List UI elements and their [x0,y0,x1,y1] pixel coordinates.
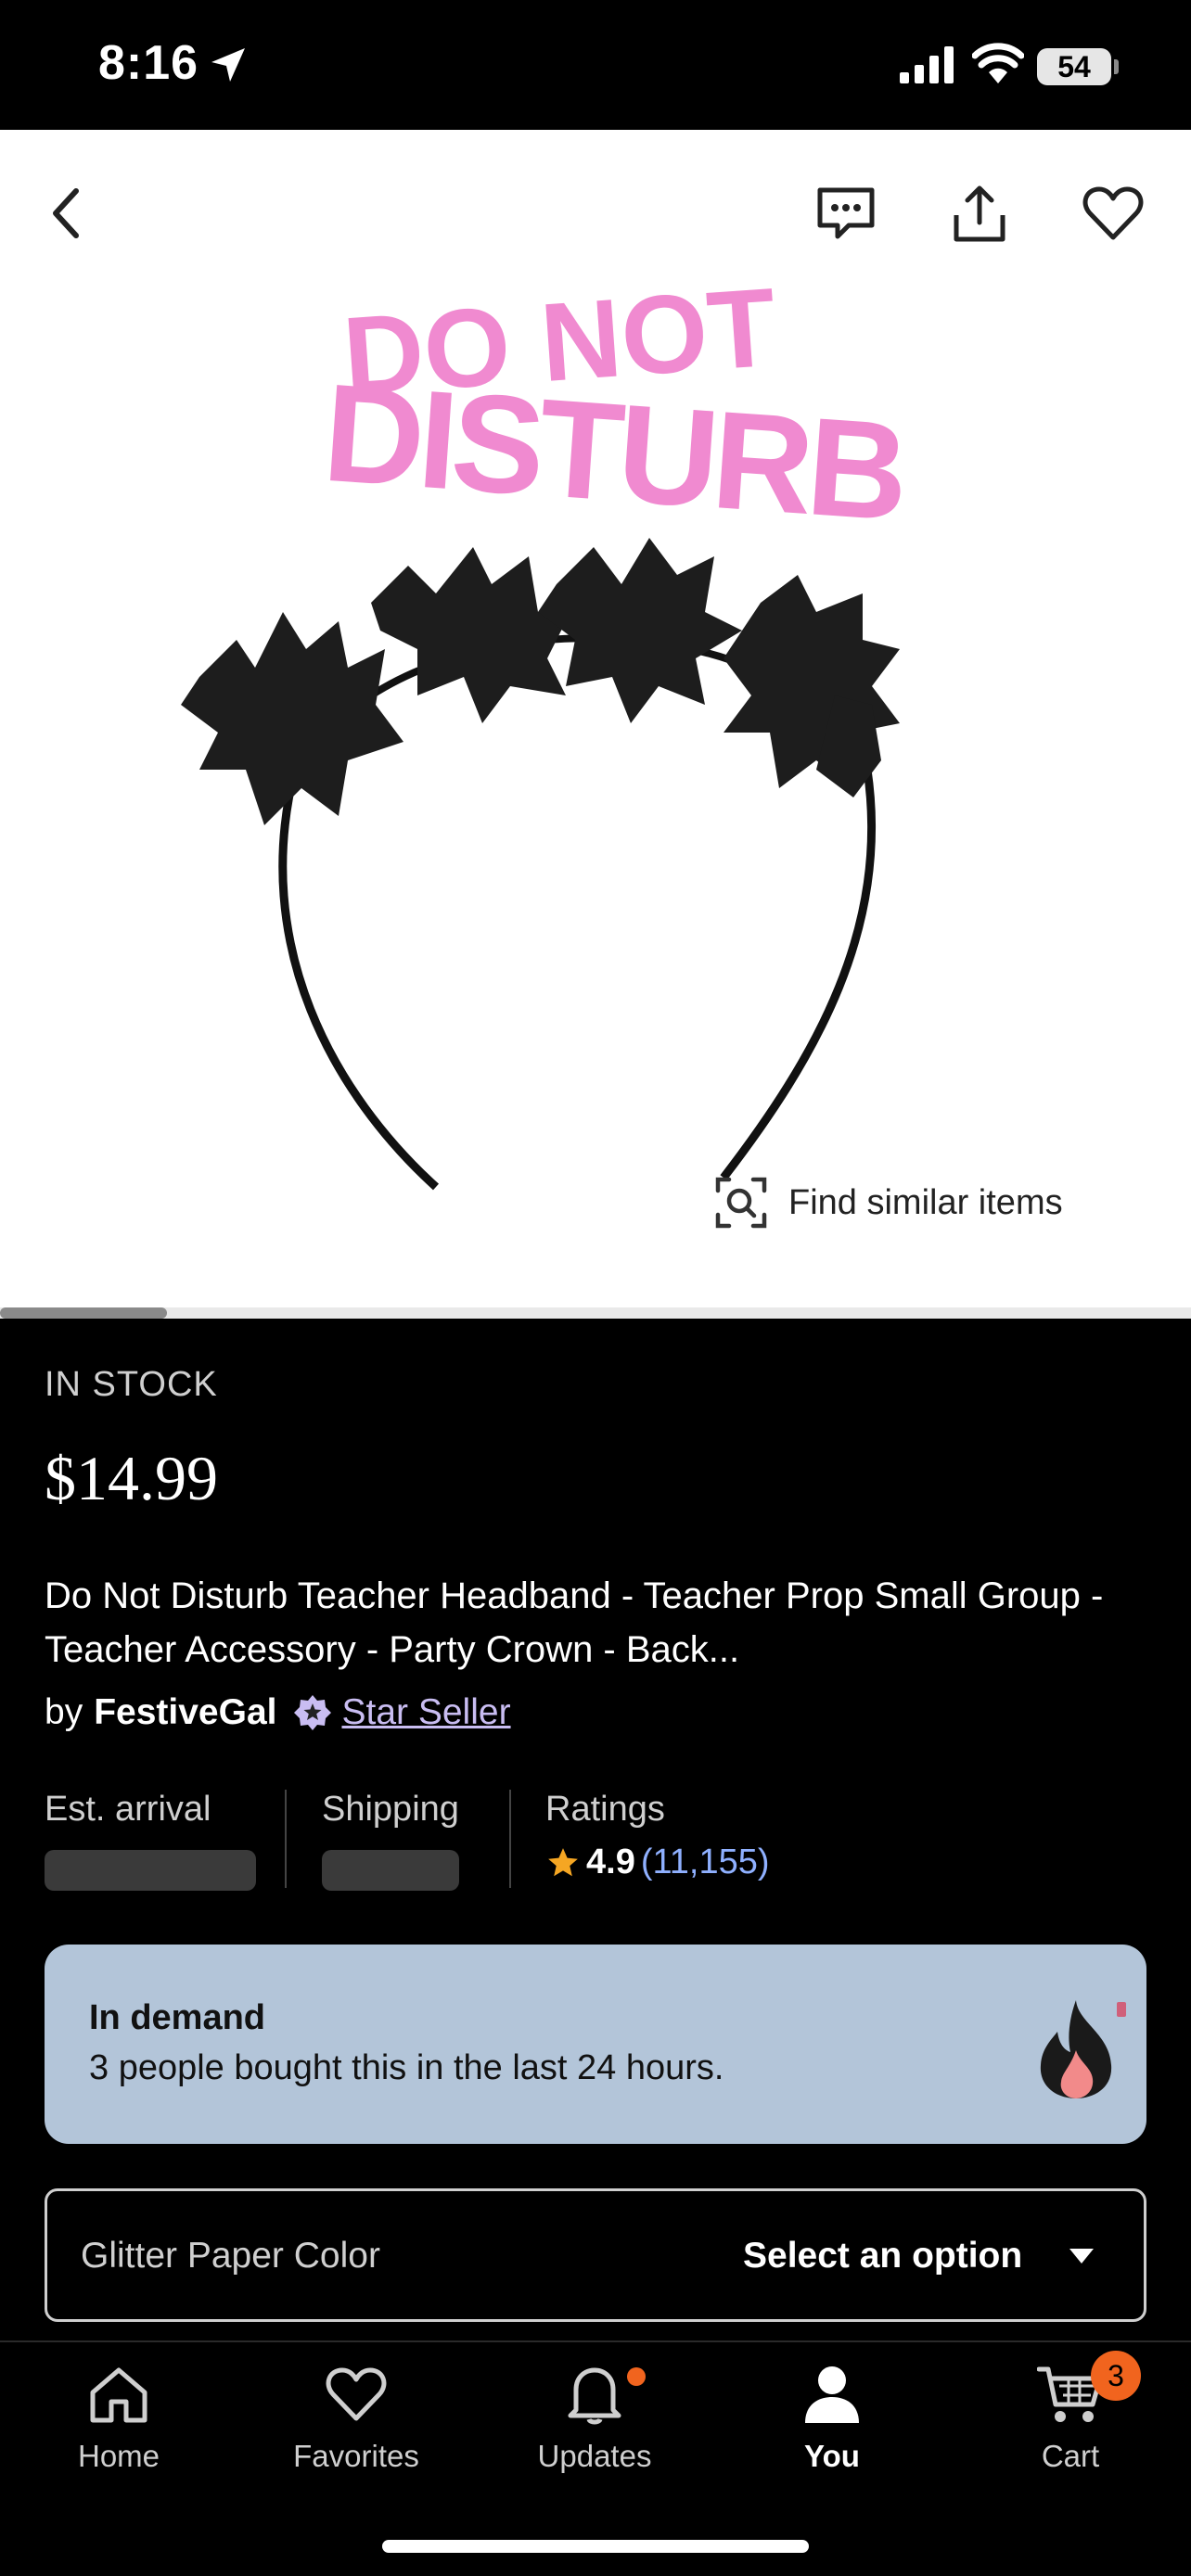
est-arrival-label: Est. arrival [45,1790,211,1829]
product-image-carousel[interactable]: DO NOT DISTURB Find similar items [0,130,1191,1307]
nav-cart-label: Cart [1041,2439,1100,2473]
est-arrival-loading [45,1850,256,1891]
price: $14.99 [45,1443,218,1513]
in-demand-banner: In demand 3 people bought this in the la… [45,1945,1146,2144]
find-similar-button[interactable]: Find similar items [714,1176,1063,1230]
location-arrow-icon [211,48,245,82]
ratings[interactable]: Ratings 4.9 (11,155) [545,1790,842,1892]
visual-search-icon [715,1177,767,1229]
seller-row: by FestiveGal Star Seller [45,1692,511,1733]
star-icon [548,1847,578,1876]
select-value: Select an option [743,2236,1023,2276]
ratings-label: Ratings [545,1790,665,1829]
favorites-icon [326,2367,387,2421]
battery-nub [1114,59,1119,74]
share-icon [954,185,1005,242]
in-demand-text: 3 people bought this in the last 24 hour… [89,2048,724,2087]
status-time: 8:16 [98,36,199,90]
stock-status: IN STOCK [45,1365,218,1404]
star-seller-link[interactable]: Star Seller [341,1692,510,1733]
glitter-paper-color-select[interactable]: Glitter Paper Color Select an option [45,2188,1146,2322]
heart-icon [1082,186,1144,240]
shipping-loading [322,1850,459,1891]
back-button[interactable] [28,176,102,250]
est-arrival: Est. arrival [45,1790,258,1892]
updates-notification-dot [627,2367,646,2386]
favorite-button[interactable] [1076,176,1150,250]
nav-you-label: You [804,2439,860,2473]
home-indicator[interactable] [382,2540,809,2553]
message-seller-button[interactable] [809,176,883,250]
rating-value: 4.9 [586,1843,635,1881]
divider [509,1790,511,1888]
battery-level: 54 [1057,50,1091,83]
nav-updates[interactable]: Updates [502,2357,687,2496]
cellular-signal-icon [900,46,954,83]
shop-name-link[interactable]: FestiveGal [94,1692,276,1733]
chat-icon [817,187,875,239]
rating-count-link[interactable]: (11,155) [641,1843,770,1882]
svg-text:DISTURB: DISTURB [319,354,908,550]
shipping: Shipping [322,1790,507,1892]
find-similar-label: Find similar items [788,1182,1063,1222]
carousel-thumb[interactable] [0,1307,167,1319]
wifi-icon [972,43,1024,83]
nav-home[interactable]: Home [26,2357,211,2496]
nav-favorites[interactable]: Favorites [263,2357,449,2496]
bell-icon [568,2367,621,2425]
cart-count-badge: 3 [1091,2351,1141,2401]
carousel-scrollbar[interactable] [0,1307,1191,1319]
in-demand-heading: In demand [89,1998,266,2037]
status-bar: 8:16 54 [0,0,1191,130]
nav-updates-label: Updates [537,2439,652,2473]
share-button[interactable] [942,176,1017,250]
battery-indicator: 54 [1037,48,1111,85]
nav-home-label: Home [77,2439,160,2473]
rating-summary[interactable]: 4.9 (11,155) [545,1843,842,1882]
home-icon [90,2367,147,2423]
divider [285,1790,287,1888]
user-icon [805,2366,859,2423]
select-label: Glitter Paper Color [81,2236,380,2276]
back-icon [53,188,79,238]
product-title[interactable]: Do Not Disturb Teacher Headband - Teache… [45,1569,1148,1677]
shipping-label: Shipping [322,1790,459,1829]
product-image: DO NOT DISTURB [181,265,908,1191]
fire-icon [1040,2000,1126,2098]
caret-down-icon [1069,2249,1094,2264]
nav-you[interactable]: You [739,2357,925,2496]
nav-favorites-label: Favorites [293,2439,419,2473]
by-label: by [45,1692,83,1732]
star-seller-badge-icon [294,1695,332,1730]
